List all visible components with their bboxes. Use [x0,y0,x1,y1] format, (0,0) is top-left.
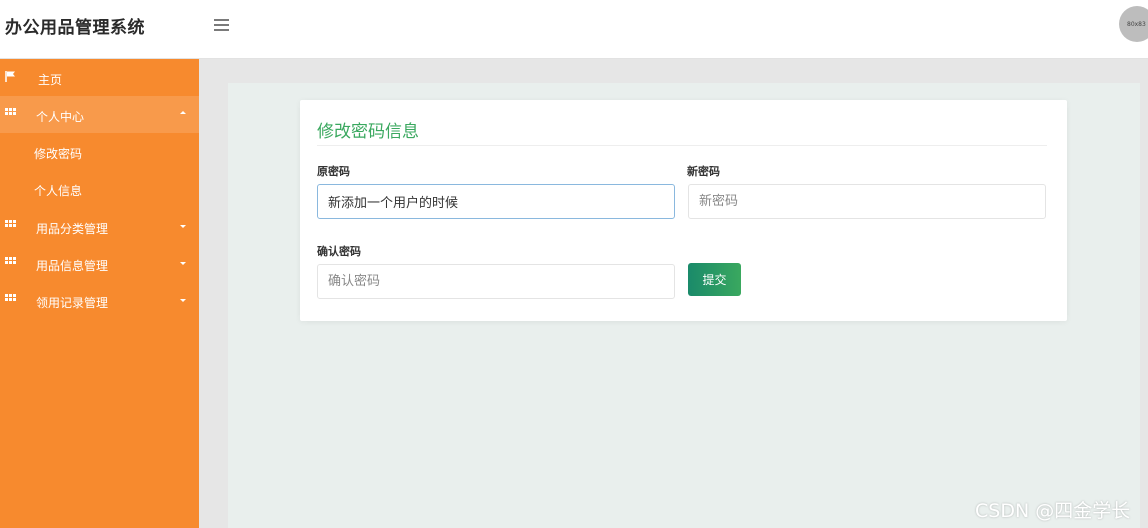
grid-icon [5,220,16,229]
app-title: 办公用品管理系统 [5,18,145,38]
sidebar-item-home[interactable]: 主页 [0,59,199,96]
confirm-password-input[interactable] [317,264,675,299]
caret-up-icon [180,111,186,114]
sidebar-item-category-mgmt[interactable]: 用品分类管理 [0,208,199,245]
submit-button[interactable]: 提交 [688,263,741,296]
caret-down-icon [180,262,186,265]
change-password-card: 修改密码信息 原密码 新密码 确认密码 提交 [300,100,1067,321]
flag-icon [5,71,15,82]
top-header: 办公用品管理系统 80x83 [0,0,1148,59]
user-avatar[interactable]: 80x83 [1119,6,1148,42]
new-password-label: 新密码 [687,165,720,178]
sidebar-item-label: 修改密码 [34,147,83,161]
caret-down-icon [180,299,186,302]
grid-icon [5,294,16,303]
sidebar-item-label: 用品分类管理 [36,222,109,236]
sidebar-item-label: 领用记录管理 [36,296,109,310]
watermark: CSDN @四金学长 [975,500,1131,522]
sidebar-item-label: 个人信息 [34,184,83,198]
sidebar-item-usage-records[interactable]: 领用记录管理 [0,282,199,319]
sidebar-item-change-password[interactable]: 修改密码 [0,133,199,170]
sidebar-item-personal-center[interactable]: 个人中心 [0,96,199,133]
confirm-password-label: 确认密码 [317,245,361,258]
grid-icon [5,108,16,117]
old-password-label: 原密码 [317,165,350,178]
sidebar: 主页 个人中心 修改密码 个人信息 用品分类管理 用品信息管理 领用记录管理 [0,59,199,528]
sidebar-item-personal-info[interactable]: 个人信息 [0,170,199,207]
sidebar-item-item-info-mgmt[interactable]: 用品信息管理 [0,245,199,282]
form-title: 修改密码信息 [317,122,419,142]
menu-toggle-icon[interactable] [214,16,232,32]
grid-icon [5,257,16,266]
sidebar-item-label: 主页 [38,73,63,87]
divider [317,145,1047,146]
old-password-input[interactable] [317,184,675,219]
caret-down-icon [180,225,186,228]
sidebar-item-label: 用品信息管理 [36,259,109,273]
sidebar-item-label: 个人中心 [36,110,85,124]
new-password-input[interactable] [688,184,1046,219]
